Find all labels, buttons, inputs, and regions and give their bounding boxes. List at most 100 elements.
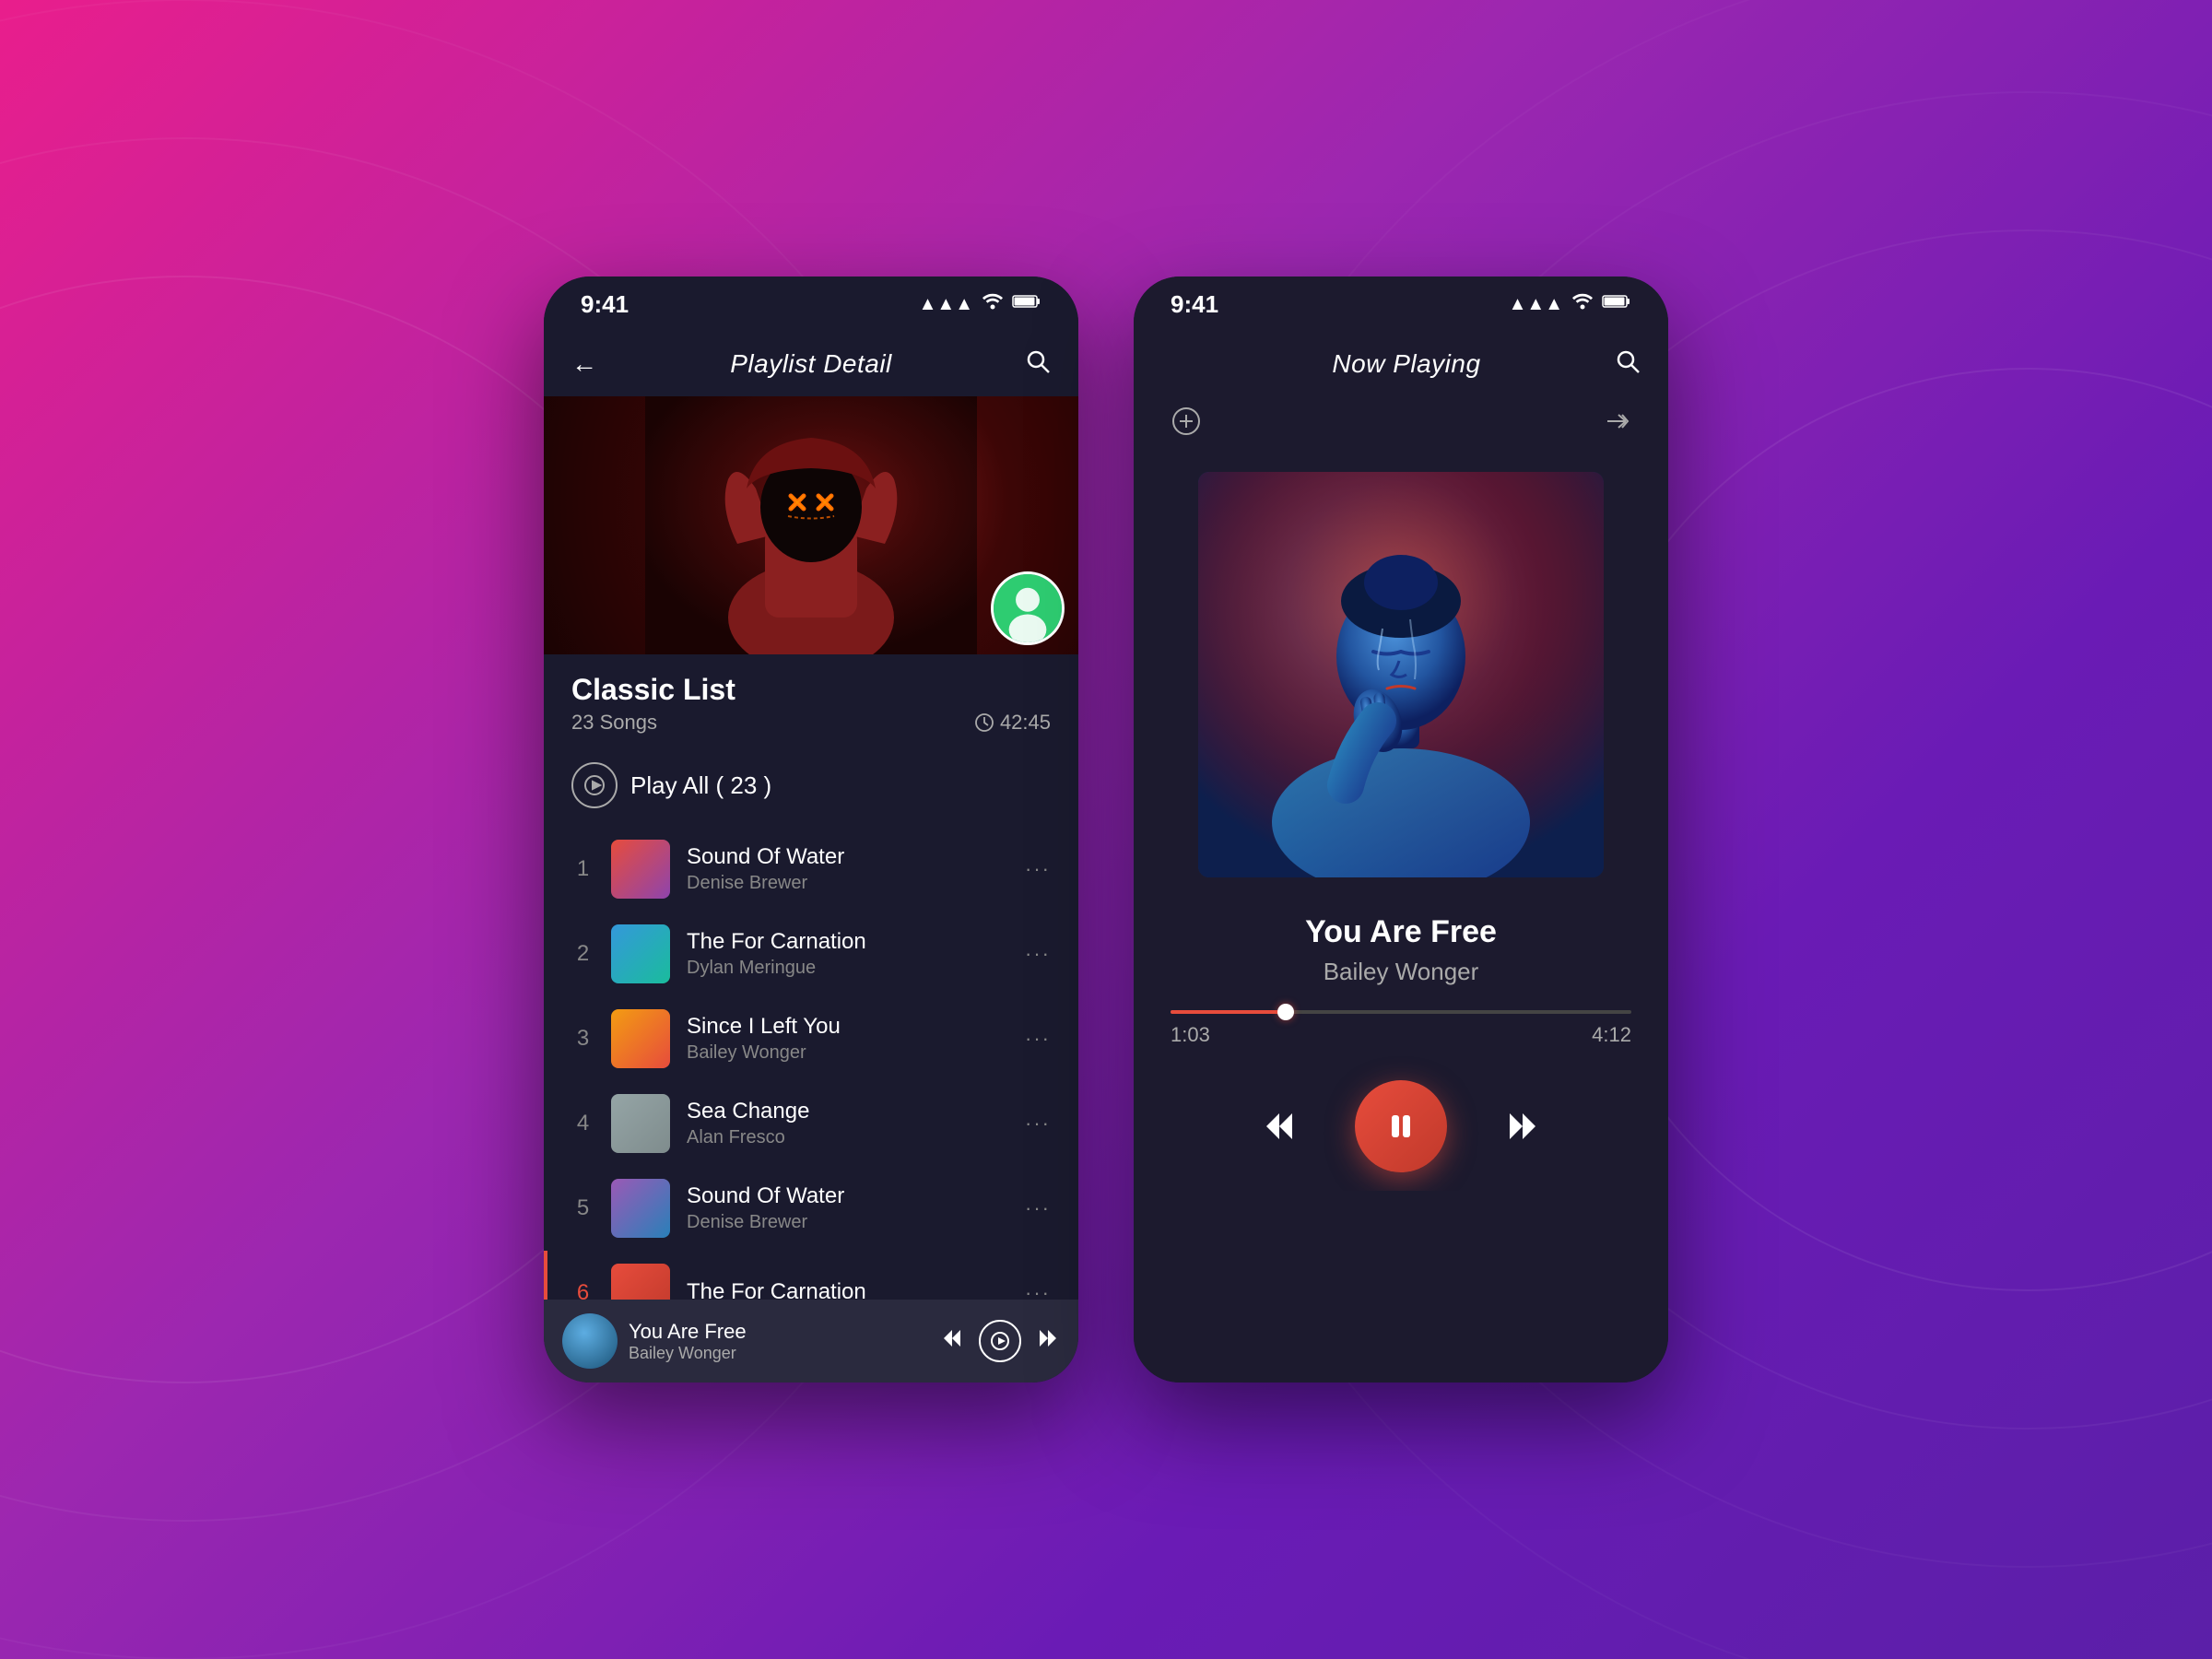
total-time: 4:12	[1592, 1023, 1631, 1047]
nav-title-1: Playlist Detail	[730, 349, 892, 379]
time-row: 1:03 4:12	[1171, 1023, 1631, 1047]
progress-section: 1:03 4:12	[1134, 995, 1668, 1062]
progress-bar[interactable]	[1171, 1010, 1631, 1014]
current-time: 1:03	[1171, 1023, 1210, 1047]
song-more-6[interactable]: ···	[1025, 1281, 1051, 1300]
song-title-3: Since I Left You	[687, 1014, 1008, 1040]
mini-player[interactable]: You Are Free Bailey Wonger	[544, 1300, 1078, 1382]
song-title-2: The For Carnation	[687, 929, 1008, 955]
playlist-hero-image	[544, 396, 1078, 654]
mini-play-button[interactable]	[979, 1320, 1021, 1362]
add-to-playlist-button[interactable]	[1171, 406, 1202, 444]
song-art-5	[611, 1179, 670, 1238]
signal-icon-1: ▲▲▲	[919, 294, 973, 315]
song-num-2: 2	[571, 941, 594, 967]
album-art	[1198, 472, 1604, 877]
song-info-2: The For Carnation Dylan Meringue	[687, 929, 1008, 979]
playlist-info: Classic List 23 Songs 42:45	[544, 654, 1078, 744]
search-icon-1[interactable]	[1025, 348, 1051, 381]
playlist-duration: 42:45	[974, 711, 1051, 735]
song-artist-1: Denise Brewer	[687, 873, 1008, 894]
active-indicator	[544, 1251, 547, 1300]
track-title: You Are Free	[1171, 914, 1631, 950]
song-title-5: Sound Of Water	[687, 1183, 1008, 1209]
song-item-2[interactable]: 2 The For Carnation Dylan Meringue ···	[544, 912, 1078, 996]
song-item-1[interactable]: 1 Sound Of Water Denise Brewer ···	[544, 827, 1078, 912]
battery-icon-1	[1012, 293, 1041, 315]
song-title-6: The For Carnation	[687, 1279, 1008, 1300]
mini-rewind-button[interactable]	[940, 1326, 964, 1356]
song-num-4: 4	[571, 1111, 594, 1136]
status-icons-2: ▲▲▲	[1509, 293, 1631, 315]
play-all-row[interactable]: Play All ( 23 )	[544, 744, 1078, 827]
song-info-3: Since I Left You Bailey Wonger	[687, 1014, 1008, 1064]
song-num-3: 3	[571, 1026, 594, 1052]
mini-player-artist: Bailey Wonger	[629, 1344, 929, 1363]
song-art-1	[611, 840, 670, 899]
song-list: 1 Sound Of Water Denise Brewer ··· 2 The…	[544, 827, 1078, 1300]
signal-icon-2: ▲▲▲	[1509, 294, 1563, 315]
song-more-1[interactable]: ···	[1025, 857, 1051, 881]
status-time-2: 9:41	[1171, 290, 1218, 319]
song-more-5[interactable]: ···	[1025, 1196, 1051, 1220]
song-artist-4: Alan Fresco	[687, 1127, 1008, 1148]
song-title-4: Sea Change	[687, 1099, 1008, 1124]
song-artist-2: Dylan Meringue	[687, 958, 1008, 979]
mini-player-title: You Are Free	[629, 1320, 929, 1344]
song-info-6: The For Carnation	[687, 1279, 1008, 1300]
status-bar-2: 9:41 ▲▲▲	[1134, 276, 1668, 332]
search-icon-2[interactable]	[1615, 348, 1641, 381]
song-artist-5: Denise Brewer	[687, 1212, 1008, 1233]
wifi-icon-1	[982, 293, 1003, 315]
song-num-5: 5	[571, 1195, 594, 1221]
song-num-6: 6	[571, 1280, 594, 1300]
song-art-3	[611, 1009, 670, 1068]
mini-player-controls	[940, 1320, 1060, 1362]
album-art-container	[1134, 453, 1668, 896]
song-item-5[interactable]: 5 Sound Of Water Denise Brewer ···	[544, 1166, 1078, 1251]
pause-button[interactable]	[1355, 1080, 1447, 1172]
playlist-title: Classic List	[571, 673, 1051, 707]
now-playing-phone: 9:41 ▲▲▲ Now Playing	[1134, 276, 1668, 1382]
progress-fill	[1171, 1010, 1286, 1014]
song-info-5: Sound Of Water Denise Brewer	[687, 1183, 1008, 1233]
song-more-2[interactable]: ···	[1025, 942, 1051, 966]
song-count: 23 Songs	[571, 711, 657, 735]
song-item-3[interactable]: 3 Since I Left You Bailey Wonger ···	[544, 996, 1078, 1081]
np-action-icons	[1134, 396, 1668, 453]
nav-bar-2: Now Playing	[1134, 332, 1668, 396]
mini-player-info: You Are Free Bailey Wonger	[629, 1320, 929, 1363]
song-item-4[interactable]: 4 Sea Change Alan Fresco ···	[544, 1081, 1078, 1166]
nav-bar-1: ← Playlist Detail	[544, 332, 1078, 396]
share-button[interactable]	[1600, 406, 1631, 444]
song-art-4	[611, 1094, 670, 1153]
battery-icon-2	[1602, 293, 1631, 315]
back-button[interactable]: ←	[571, 349, 597, 379]
status-bar-1: 9:41 ▲▲▲	[544, 276, 1078, 332]
track-artist: Bailey Wonger	[1171, 958, 1631, 986]
play-all-label: Play All ( 23 )	[630, 771, 771, 800]
song-num-1: 1	[571, 856, 594, 882]
forward-button[interactable]	[1502, 1106, 1543, 1147]
playlist-detail-phone: 9:41 ▲▲▲ ← Playlist Detail	[544, 276, 1078, 1382]
song-more-4[interactable]: ···	[1025, 1112, 1051, 1135]
song-item-6[interactable]: 6 The For Carnation ···	[544, 1251, 1078, 1300]
mini-player-art	[562, 1313, 618, 1369]
mini-forward-button[interactable]	[1036, 1326, 1060, 1356]
song-title-1: Sound Of Water	[687, 844, 1008, 870]
song-info-1: Sound Of Water Denise Brewer	[687, 844, 1008, 894]
status-icons-1: ▲▲▲	[919, 293, 1041, 315]
song-artist-3: Bailey Wonger	[687, 1042, 1008, 1064]
wifi-icon-2	[1572, 293, 1593, 315]
progress-thumb[interactable]	[1277, 1004, 1294, 1020]
duration-value: 42:45	[1000, 711, 1051, 735]
nav-title-2: Now Playing	[1332, 349, 1480, 379]
status-time-1: 9:41	[581, 290, 629, 319]
playback-controls	[1134, 1062, 1668, 1191]
song-info-4: Sea Change Alan Fresco	[687, 1099, 1008, 1148]
play-all-icon	[571, 762, 618, 808]
song-more-3[interactable]: ···	[1025, 1027, 1051, 1051]
rewind-button[interactable]	[1259, 1106, 1300, 1147]
song-art-2	[611, 924, 670, 983]
song-art-6	[611, 1264, 670, 1300]
